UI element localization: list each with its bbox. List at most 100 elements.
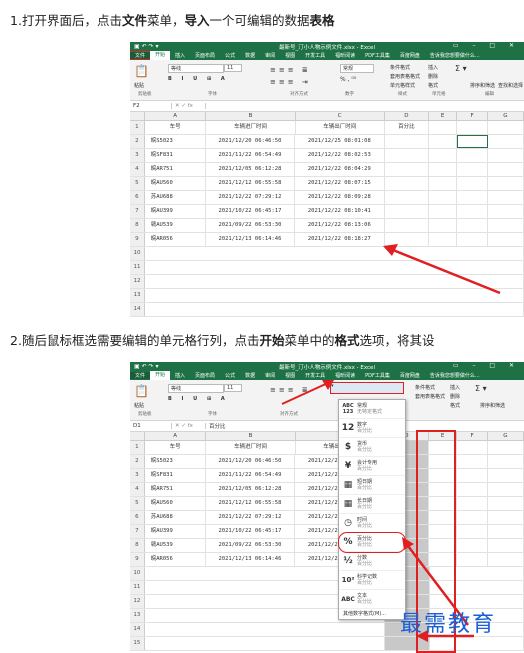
table-format-button[interactable]: 套用表格格式 [415,393,445,400]
col-header-g[interactable]: G [488,432,524,440]
row-number[interactable]: 14 [130,303,145,316]
cell[interactable]: 2021/12/12 06:55:58 [206,497,296,510]
font-size-select[interactable]: 11 [224,384,242,392]
cell[interactable] [385,177,429,190]
cell[interactable] [488,191,524,204]
cell[interactable]: 2021/10/22 06:45:17 [206,205,296,218]
cell[interactable]: 车号 [145,121,207,134]
row-number[interactable]: 4 [130,163,145,176]
paste-icon[interactable]: 📋 [134,64,149,78]
row-number[interactable]: 12 [130,275,145,288]
format-option-long-date[interactable]: ▦ 长日期 百分比 [339,495,405,514]
row-number[interactable]: 2 [130,455,145,468]
corner-cell[interactable] [130,432,145,440]
tab-foxit[interactable]: 福昕阅读 [330,372,360,379]
format-option-number[interactable]: 12 数字 百分比 [339,419,405,438]
row-number[interactable]: 9 [130,553,145,566]
tab-formulas[interactable]: 公式 [220,52,240,59]
format-option-scientific[interactable]: 10² 科学记数 百分比 [339,571,405,590]
tab-developer[interactable]: 开发工具 [300,52,330,59]
cell[interactable]: 2021/12/13 06:14:46 [206,553,296,566]
cell[interactable] [457,525,488,538]
cell[interactable] [488,205,524,218]
cell[interactable] [457,191,488,204]
row-number[interactable]: 4 [130,483,145,496]
font-name-select[interactable]: 等线 [168,64,224,73]
cell[interactable]: 2021/12/12 06:55:58 [206,177,296,190]
cell[interactable] [488,469,524,482]
cell[interactable]: 2021/12/22 08:09:28 [295,191,385,204]
cell[interactable] [385,233,429,246]
tab-insert[interactable]: 插入 [170,372,190,379]
cell[interactable] [457,511,488,524]
cell[interactable] [145,637,386,650]
align-icons[interactable]: ≡≡≡ ≣ [270,66,311,74]
cell[interactable]: 赣AU539 [145,539,206,552]
cell[interactable] [385,205,429,218]
font-style-icons[interactable]: B I U ⊞ A [168,76,229,82]
cell[interactable]: 赣AU539 [145,219,206,232]
col-header-c[interactable]: C [296,112,385,120]
cell[interactable]: 百分比 [385,121,429,134]
row-number[interactable]: 8 [130,219,145,232]
cell[interactable]: 皖AU399 [145,205,206,218]
number-format-select[interactable]: ▾ [330,382,404,394]
cell[interactable]: 皖AR056 [145,233,206,246]
cell[interactable] [457,219,488,232]
cell[interactable] [488,121,524,134]
cell[interactable] [145,261,524,274]
row-number[interactable]: 1 [130,441,145,454]
cell[interactable] [385,149,429,162]
cell[interactable] [457,233,488,246]
tab-data[interactable]: 数据 [240,372,260,379]
cell[interactable] [488,233,524,246]
cell[interactable] [429,205,458,218]
tab-page-layout[interactable]: 页面布局 [190,52,220,59]
cell[interactable] [145,289,524,302]
cell[interactable] [457,455,488,468]
tab-baidu[interactable]: 百度网盘 [395,52,425,59]
cell[interactable] [385,191,429,204]
row-number[interactable]: 10 [130,567,145,580]
format-option-percentage[interactable]: % 百分比 百分比 [338,532,406,553]
delete-button[interactable]: 删除 [428,73,438,80]
number-format-select[interactable]: 常规 [340,64,374,73]
cell[interactable] [429,219,458,232]
tab-file[interactable]: 文件 [130,372,151,379]
cell[interactable]: 皖S5023 [145,455,206,468]
cell[interactable]: 车辆出厂时间 [296,121,385,134]
tab-home[interactable]: 开始 [150,51,171,60]
cell[interactable]: 2021/12/22 08:07:15 [295,177,385,190]
tab-pdf[interactable]: PDF工具集 [360,52,395,59]
cell[interactable]: 皖AR751 [145,163,206,176]
tab-home[interactable]: 开始 [150,371,171,380]
formula-input[interactable]: 百分比 [206,422,226,430]
table-format-button[interactable]: 套用表格格式 [390,73,420,80]
cell[interactable]: 车号 [145,441,207,454]
cell[interactable] [429,121,458,134]
name-box[interactable]: F2 [130,103,172,109]
row-number[interactable]: 2 [130,135,145,148]
row-number[interactable]: 7 [130,205,145,218]
insert-button[interactable]: 插入 [428,64,438,71]
row-number[interactable]: 7 [130,525,145,538]
tab-view[interactable]: 视图 [280,372,300,379]
cell[interactable] [488,455,524,468]
cell[interactable]: 2021/12/05 06:12:28 [206,483,296,496]
paste-icon[interactable]: 📋 [134,384,149,398]
tab-baidu[interactable]: 百度网盘 [395,372,425,379]
cell[interactable]: 2021/12/20 06:46:50 [206,455,296,468]
cell[interactable] [488,525,524,538]
paste-button[interactable]: 粘贴 [134,402,144,409]
cell[interactable]: 皖SF831 [145,469,206,482]
cell[interactable]: 皖AR056 [145,553,206,566]
row-number[interactable]: 13 [130,289,145,302]
tab-review[interactable]: 审阅 [260,372,280,379]
cell[interactable] [488,441,524,454]
cell[interactable] [457,483,488,496]
active-cell[interactable] [457,135,488,148]
col-header-b[interactable]: B [206,112,296,120]
tab-view[interactable]: 视图 [280,52,300,59]
cell[interactable]: 2021/09/22 06:53:30 [206,539,296,552]
tab-file[interactable]: 文件 [130,51,152,60]
